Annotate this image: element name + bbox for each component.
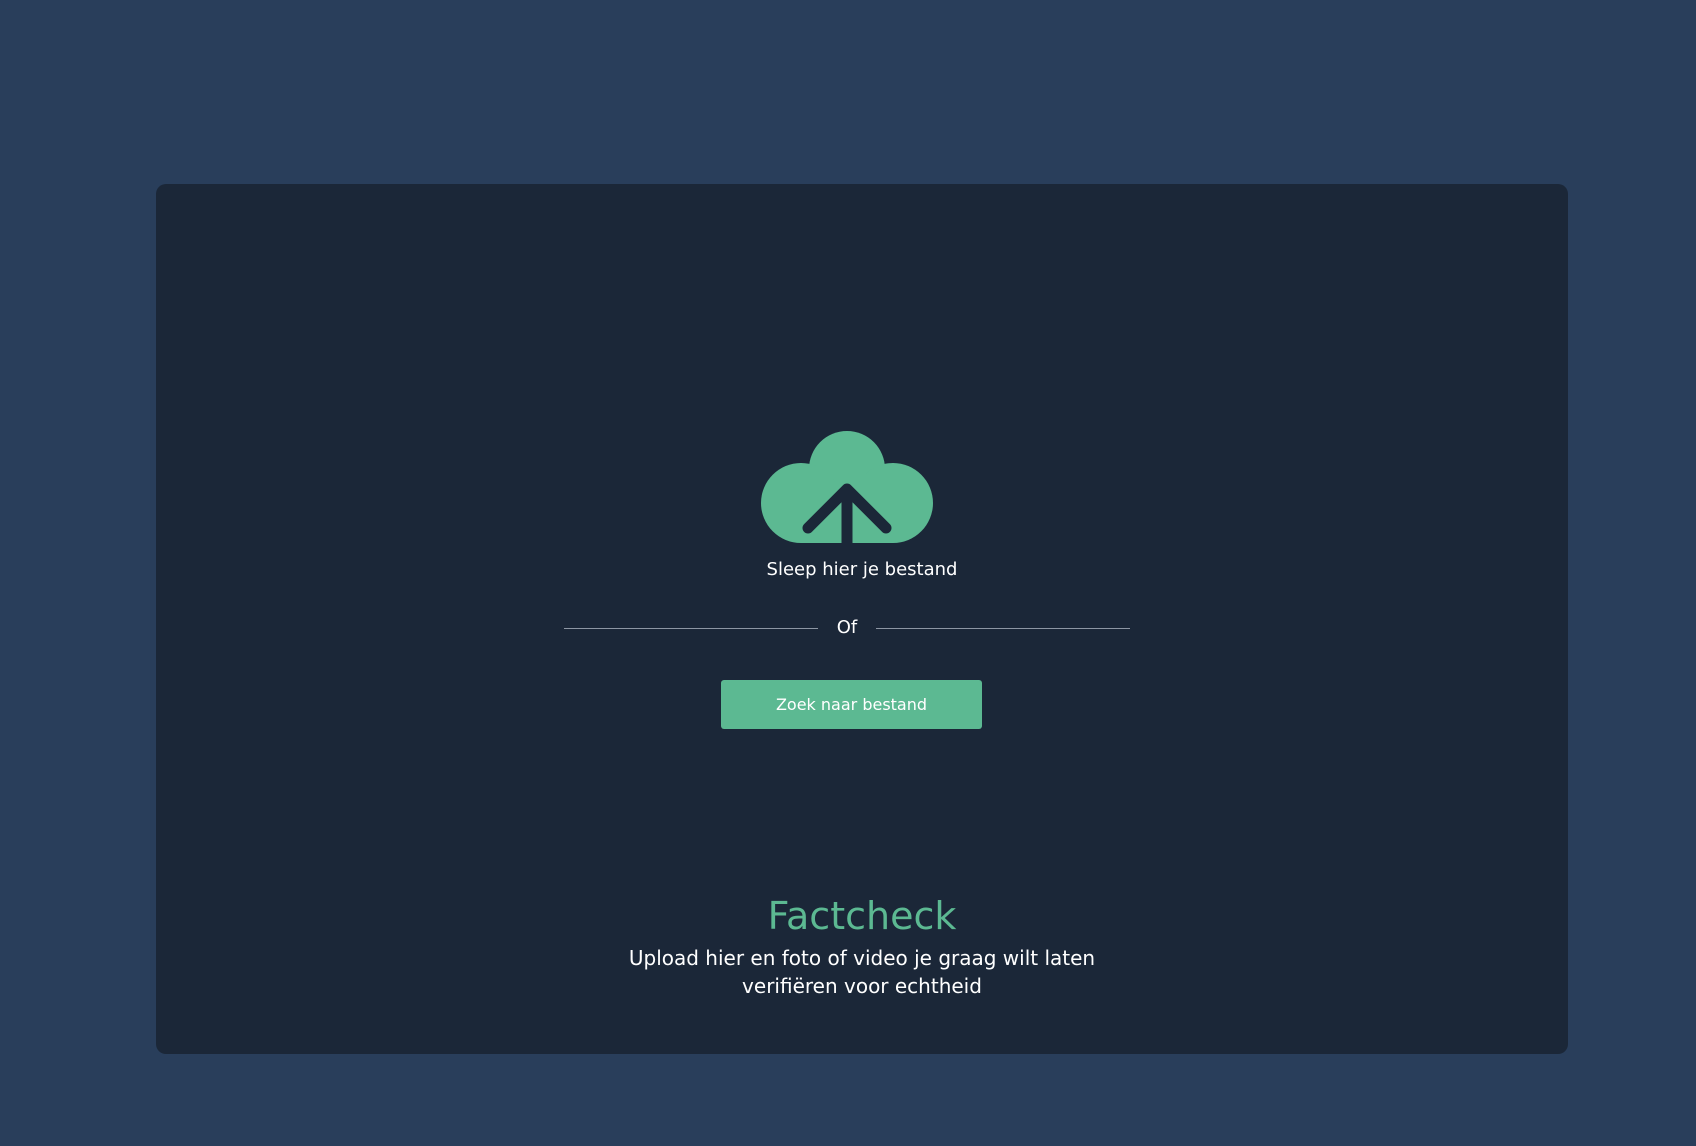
cloud-upload-icon [761, 428, 933, 548]
divider-line-right [876, 628, 1130, 629]
divider-label: Of [836, 617, 858, 638]
browse-file-button[interactable]: Zoek naar bestand [721, 680, 982, 729]
upload-panel: Sleep hier je bestand Of Zoek naar besta… [156, 184, 1568, 1054]
or-divider: Of [564, 616, 1130, 640]
page-title: Factcheck [767, 894, 957, 938]
drop-file-label: Sleep hier je bestand [766, 559, 958, 580]
page-description: Upload hier en foto of video je graag wi… [628, 946, 1096, 998]
info-section: Factcheck Upload hier en foto of video j… [512, 892, 1212, 1000]
page: Sleep hier je bestand Of Zoek naar besta… [0, 0, 1696, 1146]
divider-line-left [564, 628, 818, 629]
